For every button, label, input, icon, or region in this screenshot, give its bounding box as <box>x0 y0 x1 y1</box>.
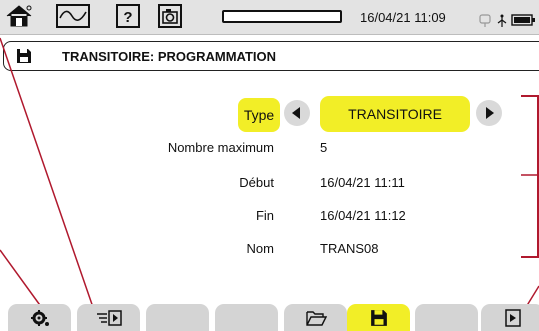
empty-key-4[interactable] <box>215 304 278 331</box>
type-value[interactable]: TRANSITOIRE <box>320 96 470 132</box>
open-folder-key[interactable] <box>284 304 347 331</box>
type-label[interactable]: Type <box>238 98 280 132</box>
home-icon[interactable] <box>4 4 34 28</box>
end-value[interactable]: 16/04/21 11:12 <box>320 208 406 223</box>
filter-play-icon <box>96 310 122 326</box>
battery-icon <box>511 14 535 26</box>
save-icon <box>370 310 387 326</box>
network-icon <box>497 14 507 27</box>
max-number-label: Nombre maximum <box>167 140 274 155</box>
usb-icon <box>479 14 491 27</box>
page-title: TRANSITOIRE: PROGRAMMATION <box>62 49 277 64</box>
max-number-value[interactable]: 5 <box>320 140 327 155</box>
function-key-bar <box>0 304 539 331</box>
status-datetime: 16/04/21 11:09 <box>360 10 446 25</box>
play-key[interactable] <box>481 304 539 331</box>
start-label: Début <box>239 175 274 190</box>
empty-key-3[interactable] <box>146 304 209 331</box>
save-icon <box>17 49 31 63</box>
arrow-left-icon <box>292 107 300 119</box>
help-icon[interactable]: ? <box>116 4 140 28</box>
svg-text:?: ? <box>123 9 132 26</box>
type-prev-button[interactable] <box>284 100 310 126</box>
open-folder-icon <box>305 311 327 326</box>
filter-play-key[interactable] <box>77 304 140 331</box>
empty-key-7[interactable] <box>415 304 478 331</box>
annotation-bracket <box>521 95 539 258</box>
title-bar: TRANSITOIRE: PROGRAMMATION <box>3 41 539 71</box>
status-bar: ? 16/04/21 11:09 <box>0 0 539 35</box>
camera-icon[interactable] <box>158 4 182 28</box>
play-icon <box>504 309 521 327</box>
arrow-right-icon <box>486 107 494 119</box>
name-label: Nom <box>246 241 274 256</box>
battery-indicator <box>222 10 342 23</box>
end-label: Fin <box>255 208 274 223</box>
type-next-button[interactable] <box>476 100 502 126</box>
save-key[interactable] <box>347 304 410 331</box>
settings-key[interactable] <box>8 304 71 331</box>
start-value[interactable]: 16/04/21 11:11 <box>320 175 405 190</box>
annotation-line <box>0 249 43 309</box>
settings-icon <box>30 310 49 326</box>
waveform-icon[interactable] <box>56 4 90 28</box>
name-value[interactable]: TRANS08 <box>320 241 379 256</box>
